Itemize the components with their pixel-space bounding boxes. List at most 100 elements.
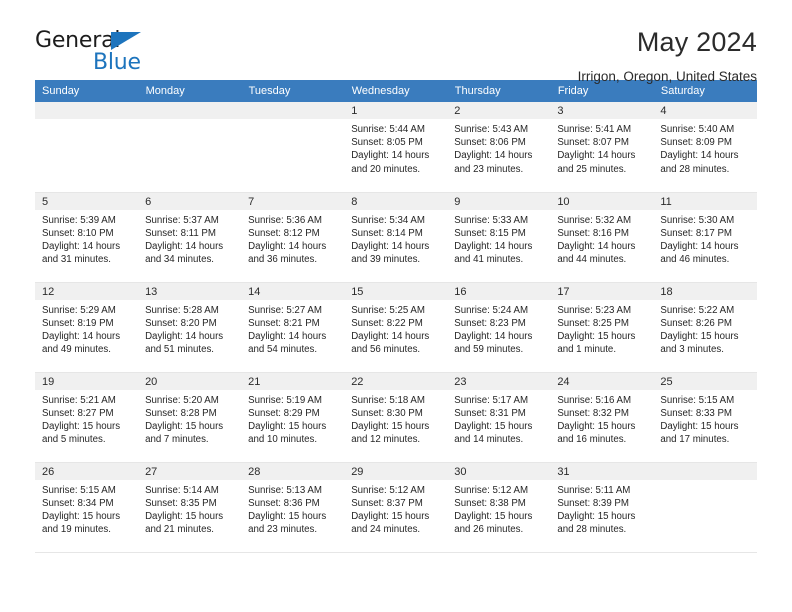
daylight-line-1: Daylight: 15 hours: [42, 510, 121, 522]
sunset-time: Sunset: 8:38 PM: [454, 497, 526, 509]
general-blue-logo[interactable]: General Blue: [35, 28, 150, 75]
day-cell: 18 Sunrise: 5:22 AM Sunset: 8:26 PM Dayligh…: [653, 282, 757, 372]
daylight-line-1: Daylight: 14 hours: [454, 330, 533, 342]
calendar-cell-day[interactable]: 29 Sunrise: 5:12 AM Sunset: 8:37 PM Dayligh…: [344, 462, 448, 553]
day-sun-info: Sunrise: 5:27 AM Sunset: 8:21 PM Daylight:…: [241, 300, 344, 357]
daylight-line-2: and 10 minutes.: [248, 434, 318, 446]
daylight-line-2: and 14 minutes.: [454, 434, 524, 446]
day-sun-info: Sunrise: 5:41 AM Sunset: 8:07 PM Daylight:…: [550, 119, 653, 176]
calendar-cell-day[interactable]: 30 Sunrise: 5:12 AM Sunset: 8:38 PM Dayligh…: [447, 462, 551, 553]
daylight-line-2: and 34 minutes.: [145, 254, 214, 266]
daylight-line-2: and 12 minutes.: [351, 434, 421, 446]
calendar-cell-day[interactable]: 24 Sunrise: 5:16 AM Sunset: 8:32 PM Dayligh…: [550, 372, 654, 463]
sunset-time: Sunset: 8:29 PM: [248, 407, 320, 419]
calendar-page: General Blue May 2024 Irrigon, Oregon, U…: [0, 0, 792, 612]
calendar-cell-day[interactable]: 8 Sunrise: 5:34 AM Sunset: 8:14 PM Daylight…: [344, 192, 448, 283]
calendar-cell-day[interactable]: 9 Sunrise: 5:33 AM Sunset: 8:15 PM Daylight…: [447, 192, 551, 283]
daylight-line-2: and 46 minutes.: [660, 254, 730, 266]
calendar-cell-day[interactable]: 17 Sunrise: 5:23 AM Sunset: 8:25 PM Dayligh…: [550, 282, 654, 373]
calendar-cell-day[interactable]: 1 Sunrise: 5:44 AM Sunset: 8:05 PM Daylight…: [344, 102, 448, 193]
calendar-cell-day[interactable]: 27 Sunrise: 5:14 AM Sunset: 8:35 PM Dayligh…: [138, 462, 242, 553]
day-cell: 4 Sunrise: 5:40 AM Sunset: 8:09 PM Daylight…: [653, 102, 757, 192]
day-sun-info: Sunrise: 5:28 AM Sunset: 8:20 PM Daylight:…: [138, 300, 241, 357]
day-sun-info: Sunrise: 5:11 AM Sunset: 8:39 PM Daylight:…: [550, 480, 653, 537]
daylight-line-2: and 25 minutes.: [557, 163, 627, 175]
logo-text-blue: Blue: [93, 50, 141, 75]
daylight-line-1: Daylight: 15 hours: [660, 420, 739, 432]
calendar-cell-day[interactable]: 6 Sunrise: 5:37 AM Sunset: 8:11 PM Daylight…: [138, 192, 242, 283]
calendar-cell-day[interactable]: 25 Sunrise: 5:15 AM Sunset: 8:33 PM Dayligh…: [653, 372, 757, 463]
daylight-line-2: and 51 minutes.: [145, 344, 214, 356]
day-number: 11: [653, 192, 757, 210]
day-cell: 19 Sunrise: 5:21 AM Sunset: 8:27 PM Dayligh…: [35, 372, 139, 462]
day-sun-info: Sunrise: 5:25 AM Sunset: 8:22 PM Daylight:…: [344, 300, 447, 357]
calendar-cell-day[interactable]: 7 Sunrise: 5:36 AM Sunset: 8:12 PM Daylight…: [241, 192, 345, 283]
calendar-cell-day[interactable]: 28 Sunrise: 5:13 AM Sunset: 8:36 PM Dayligh…: [241, 462, 345, 553]
calendar-cell-day[interactable]: 21 Sunrise: 5:19 AM Sunset: 8:29 PM Dayligh…: [241, 372, 345, 463]
calendar-cell-day[interactable]: 4 Sunrise: 5:40 AM Sunset: 8:09 PM Daylight…: [653, 102, 757, 193]
daylight-line-2: and 23 minutes.: [248, 524, 318, 536]
calendar-cell-day[interactable]: 12 Sunrise: 5:29 AM Sunset: 8:19 PM Dayligh…: [35, 282, 139, 373]
daylight-line-1: Daylight: 15 hours: [145, 420, 224, 432]
sunset-time: Sunset: 8:28 PM: [145, 407, 217, 419]
calendar-cell-day[interactable]: 20 Sunrise: 5:20 AM Sunset: 8:28 PM Dayligh…: [138, 372, 242, 463]
day-sun-info: Sunrise: 5:39 AM Sunset: 8:10 PM Daylight:…: [35, 210, 138, 267]
sunrise-time: Sunrise: 5:24 AM: [454, 304, 529, 316]
daylight-line-1: Daylight: 15 hours: [557, 330, 636, 342]
day-sun-info: Sunrise: 5:22 AM Sunset: 8:26 PM Daylight:…: [653, 300, 756, 357]
day-cell: 27 Sunrise: 5:14 AM Sunset: 8:35 PM Dayligh…: [138, 462, 242, 552]
day-number: 2: [447, 102, 551, 119]
daylight-line-1: Daylight: 15 hours: [454, 420, 533, 432]
calendar-cell-day[interactable]: 19 Sunrise: 5:21 AM Sunset: 8:27 PM Dayligh…: [35, 372, 139, 463]
sunrise-time: Sunrise: 5:32 AM: [557, 214, 632, 226]
sunset-time: Sunset: 8:30 PM: [351, 407, 423, 419]
day-cell: 23 Sunrise: 5:17 AM Sunset: 8:31 PM Dayligh…: [447, 372, 551, 462]
day-cell: [138, 102, 242, 192]
day-cell: 25 Sunrise: 5:15 AM Sunset: 8:33 PM Dayligh…: [653, 372, 757, 462]
calendar-cell-day[interactable]: 2 Sunrise: 5:43 AM Sunset: 8:06 PM Daylight…: [447, 102, 551, 193]
calendar-cell-day[interactable]: 10 Sunrise: 5:32 AM Sunset: 8:16 PM Dayligh…: [550, 192, 654, 283]
sunrise-time: Sunrise: 5:28 AM: [145, 304, 219, 316]
calendar-cell-day[interactable]: 23 Sunrise: 5:17 AM Sunset: 8:31 PM Dayligh…: [447, 372, 551, 463]
day-number: 6: [138, 192, 242, 210]
sunset-time: Sunset: 8:22 PM: [351, 317, 423, 329]
day-number: 7: [241, 192, 345, 210]
calendar-cell-day[interactable]: 11 Sunrise: 5:30 AM Sunset: 8:17 PM Dayligh…: [653, 192, 757, 283]
daylight-line-2: and 3 minutes.: [660, 344, 724, 356]
sunrise-time: Sunrise: 5:19 AM: [248, 394, 322, 406]
calendar-cell-day[interactable]: 16 Sunrise: 5:24 AM Sunset: 8:23 PM Dayligh…: [447, 282, 551, 373]
calendar-cell-day[interactable]: 13 Sunrise: 5:28 AM Sunset: 8:20 PM Dayligh…: [138, 282, 242, 373]
daylight-line-1: Daylight: 14 hours: [351, 330, 430, 342]
day-sun-info: Sunrise: 5:15 AM Sunset: 8:34 PM Daylight:…: [35, 480, 138, 537]
calendar-cell-day[interactable]: 5 Sunrise: 5:39 AM Sunset: 8:10 PM Daylight…: [35, 192, 139, 283]
calendar-cell-empty: [653, 462, 757, 553]
sunset-time: Sunset: 8:20 PM: [145, 317, 217, 329]
calendar-cell-day[interactable]: 14 Sunrise: 5:27 AM Sunset: 8:21 PM Dayligh…: [241, 282, 345, 373]
sunrise-time: Sunrise: 5:23 AM: [557, 304, 632, 316]
day-number: 22: [344, 372, 448, 390]
daylight-line-1: Daylight: 14 hours: [660, 150, 739, 162]
sunset-time: Sunset: 8:33 PM: [660, 407, 732, 419]
day-number: 18: [653, 282, 757, 300]
daylight-line-2: and 26 minutes.: [454, 524, 524, 536]
day-number: 27: [138, 462, 242, 480]
daylight-line-2: and 19 minutes.: [42, 524, 111, 536]
calendar-cell-day[interactable]: 26 Sunrise: 5:15 AM Sunset: 8:34 PM Dayligh…: [35, 462, 139, 553]
calendar-cell-day[interactable]: 15 Sunrise: 5:25 AM Sunset: 8:22 PM Dayligh…: [344, 282, 448, 373]
calendar-cell-day[interactable]: 18 Sunrise: 5:22 AM Sunset: 8:26 PM Dayligh…: [653, 282, 757, 373]
daylight-line-2: and 39 minutes.: [351, 254, 421, 266]
calendar-body: 1 Sunrise: 5:44 AM Sunset: 8:05 PM Daylight…: [35, 102, 757, 553]
daylight-line-2: and 20 minutes.: [351, 163, 421, 175]
calendar-cell-day[interactable]: 22 Sunrise: 5:18 AM Sunset: 8:30 PM Dayligh…: [344, 372, 448, 463]
calendar-cell-day[interactable]: 3 Sunrise: 5:41 AM Sunset: 8:07 PM Daylight…: [550, 102, 654, 193]
daylight-line-2: and 23 minutes.: [454, 163, 524, 175]
day-number: 26: [35, 462, 139, 480]
day-number: [138, 102, 242, 119]
sunrise-time: Sunrise: 5:40 AM: [660, 124, 735, 135]
day-sun-info: Sunrise: 5:34 AM Sunset: 8:14 PM Daylight:…: [344, 210, 447, 267]
calendar-week-row: 12 Sunrise: 5:29 AM Sunset: 8:19 PM Dayligh…: [35, 282, 757, 373]
daylight-line-1: Daylight: 15 hours: [42, 420, 121, 432]
calendar-cell-day[interactable]: 31 Sunrise: 5:11 AM Sunset: 8:39 PM Dayligh…: [550, 462, 654, 553]
day-sun-info: Sunrise: 5:17 AM Sunset: 8:31 PM Daylight:…: [447, 390, 550, 447]
sunrise-time: Sunrise: 5:15 AM: [660, 394, 735, 406]
